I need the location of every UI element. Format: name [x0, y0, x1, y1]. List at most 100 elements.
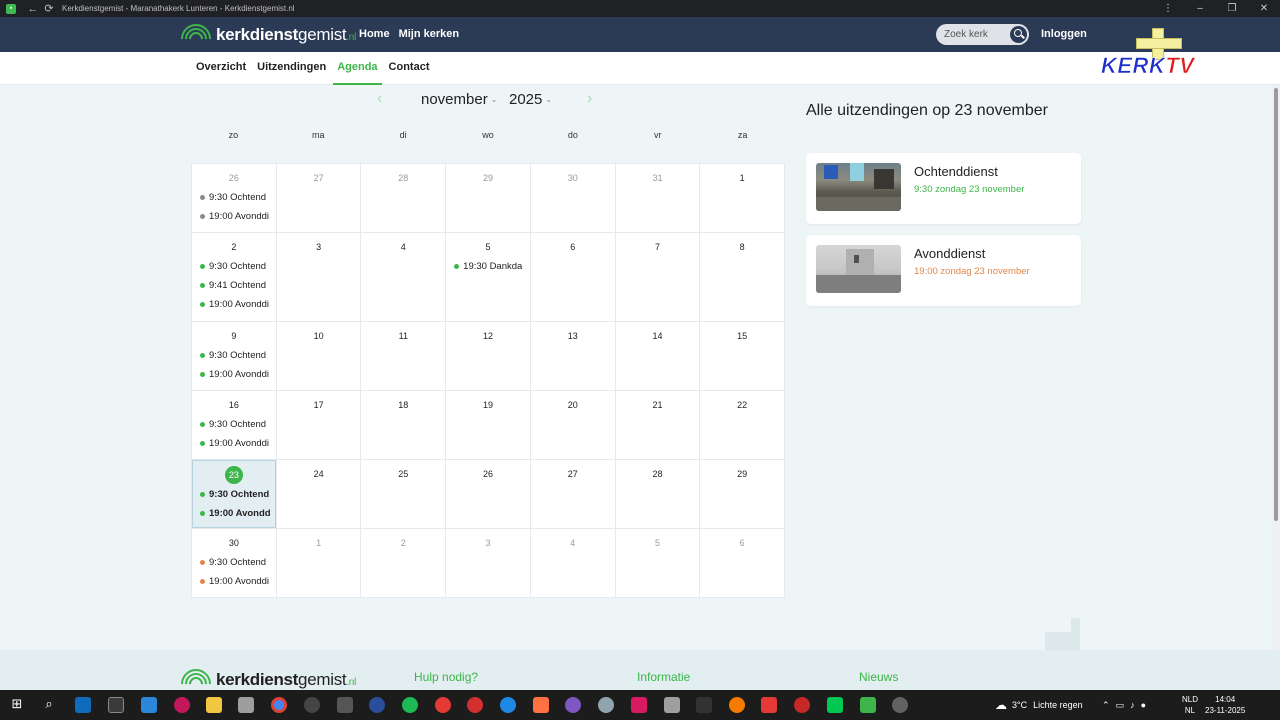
broadcast-title[interactable]: Avonddienst [914, 246, 985, 261]
broadcast-title[interactable]: Ochtenddienst [914, 164, 998, 179]
calendar-event[interactable]: 9:41 Ochtend [200, 280, 276, 291]
windows-start-icon[interactable]: ⊞ [8, 696, 26, 712]
calendar-event[interactable]: 19:00 Avonddi [200, 299, 276, 310]
prev-month-chevron-icon[interactable]: ‹ [377, 90, 382, 108]
calendar-day[interactable]: 25 [360, 460, 445, 528]
calendar-day[interactable]: 19 [445, 391, 530, 459]
calendar-day[interactable]: 5 19:30 Dankda [445, 233, 530, 321]
app-icon[interactable] [729, 697, 745, 713]
footer-logo[interactable]: kerkdienstgemist.nl [174, 662, 356, 706]
calendar-day[interactable]: 17 [275, 391, 361, 459]
calendar-day[interactable]: 11 [360, 322, 445, 390]
app-icon[interactable] [696, 697, 712, 713]
tab-contact[interactable]: Contact [389, 61, 430, 73]
store-icon[interactable] [108, 697, 124, 713]
app-icon[interactable] [892, 697, 908, 713]
calendar-day[interactable]: 21 [614, 391, 700, 459]
file-explorer-icon[interactable] [206, 697, 222, 713]
calendar-day[interactable]: 8 [699, 233, 784, 321]
year-select[interactable]: 2025 ⌄ [509, 91, 552, 108]
game-icon[interactable] [337, 697, 353, 713]
calendar-day[interactable]: 13 [529, 322, 615, 390]
microphone-icon[interactable]: ● [1141, 700, 1146, 710]
download-icon[interactable] [794, 697, 810, 713]
calendar-day[interactable]: 6 [699, 529, 784, 597]
calendar-event[interactable]: 9:30 Ochtend [200, 261, 276, 272]
minimize-icon[interactable]: – [1184, 0, 1216, 17]
calendar-day[interactable]: 1 [275, 529, 361, 597]
calendar-day[interactable]: 31 [614, 164, 700, 232]
calendar-event[interactable]: 19:00 Avonddi [200, 576, 276, 587]
calendar-day[interactable]: 18 [360, 391, 445, 459]
youtube-icon[interactable] [761, 697, 777, 713]
weather-widget[interactable]: ☁ 3°C Lichte regen [995, 690, 1083, 720]
calendar-day[interactable]: 27 [529, 460, 615, 528]
calendar-icon[interactable] [141, 697, 157, 713]
calendar-day[interactable]: 3 [275, 233, 361, 321]
calendar-event[interactable]: 9:30 Ochtend [200, 557, 276, 568]
calendar-day[interactable]: 1 [699, 164, 784, 232]
chevron-up-icon[interactable]: ⌃ [1102, 700, 1110, 711]
app-icon[interactable] [664, 697, 680, 713]
nav-home[interactable]: Home [359, 28, 390, 40]
app-icon[interactable] [369, 697, 385, 713]
calendar-day[interactable]: 30 9:30 Ochtend 19:00 Avonddi [192, 529, 276, 597]
calendar-event[interactable]: 19:00 Avonddi [200, 369, 276, 380]
calendar-day[interactable]: 26 [445, 460, 530, 528]
speaker-icon[interactable]: ♪ [1130, 700, 1135, 710]
clock[interactable]: 14:04 23-11-2025 [1205, 690, 1245, 720]
next-month-chevron-icon[interactable]: › [587, 90, 592, 108]
calendar-day[interactable]: 3 [445, 529, 530, 597]
tab-broadcasts[interactable]: Uitzendingen [257, 61, 326, 73]
broadcast-thumbnail[interactable] [816, 163, 901, 211]
play-icon[interactable] [304, 697, 320, 713]
calendar-day[interactable]: 9 9:30 Ochtend 19:00 Avonddi [192, 322, 276, 390]
more-options-icon[interactable]: ⋮ [1152, 0, 1184, 17]
month-select[interactable]: november ⌄ [421, 91, 497, 108]
calendar-day[interactable]: 16 9:30 Ochtend 19:00 Avonddi [192, 391, 276, 459]
restore-icon[interactable]: ❐ [1216, 0, 1248, 17]
app-icon[interactable] [467, 697, 483, 713]
calendar-day[interactable]: 2 9:30 Ochtend 9:41 Ochtend 19:00 Avonddi [192, 233, 276, 321]
calendar-day[interactable]: 30 [529, 164, 615, 232]
language-indicator[interactable]: NLD NL [1182, 690, 1198, 720]
tab-agenda[interactable]: Agenda [333, 61, 382, 85]
app-icon[interactable] [598, 697, 614, 713]
back-arrow-icon[interactable]: ← [26, 3, 40, 15]
page-scrollbar[interactable] [1272, 85, 1280, 690]
calendar-day[interactable]: 24 [275, 460, 361, 528]
calendar-day[interactable]: 28 [614, 460, 700, 528]
calendar-day[interactable]: 4 [360, 233, 445, 321]
broadcast-card[interactable]: Ochtenddienst 9:30 zondag 23 november [806, 153, 1081, 224]
calendar-event[interactable]: 19:00 Avonddi [200, 438, 276, 449]
close-icon[interactable]: ✕ [1248, 0, 1280, 17]
app-icon[interactable] [435, 697, 451, 713]
calendar-day[interactable]: 7 [614, 233, 700, 321]
app-icon[interactable] [631, 697, 647, 713]
calendar-day[interactable]: 29 [445, 164, 530, 232]
calendar-day-selected[interactable]: 23 9:30 Ochtend 19:00 Avondd [192, 460, 276, 528]
calendar-day[interactable]: 10 [275, 322, 361, 390]
calendar-day[interactable]: 22 [699, 391, 784, 459]
play-icon[interactable] [500, 697, 516, 713]
site-logo[interactable]: kerkdienstgemist.nl [174, 17, 356, 61]
calendar-day[interactable]: 12 [445, 322, 530, 390]
calendar-event[interactable]: 9:30 Ochtend [200, 419, 276, 430]
login-link[interactable]: Inloggen [1041, 28, 1087, 40]
scrollbar-thumb[interactable] [1274, 88, 1278, 521]
reload-icon[interactable]: ⟳ [42, 2, 56, 15]
network-icon[interactable]: ▭ [1116, 700, 1125, 711]
app-icon[interactable] [533, 697, 549, 713]
calendar-day[interactable]: 20 [529, 391, 615, 459]
search-box[interactable]: Zoek kerk [936, 24, 1029, 45]
calendar-day[interactable]: 6 [529, 233, 615, 321]
calendar-day[interactable]: 15 [699, 322, 784, 390]
spotify-icon[interactable] [402, 697, 418, 713]
calendar-day[interactable]: 28 [360, 164, 445, 232]
search-input[interactable]: Zoek kerk [944, 29, 988, 40]
kerkdienstgemist-icon[interactable] [860, 697, 876, 713]
calendar-event[interactable]: 19:30 Dankda [454, 261, 530, 272]
calendar-day[interactable]: 27 [275, 164, 361, 232]
search-icon[interactable] [1010, 26, 1027, 43]
chrome-icon[interactable] [271, 697, 287, 713]
